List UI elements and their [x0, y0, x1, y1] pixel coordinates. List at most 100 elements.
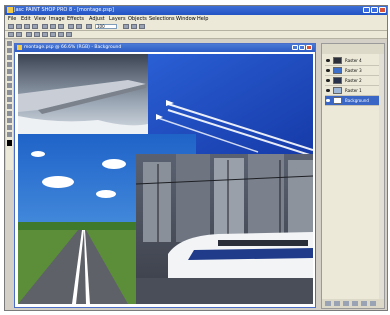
color-swatch-icon[interactable]: [7, 140, 12, 146]
doc-close-button[interactable]: [306, 45, 312, 50]
deform-tool-icon[interactable]: [7, 55, 12, 60]
menu-bar: File Edit View Image Effects Adjust Laye…: [5, 15, 387, 23]
pen-tool-icon[interactable]: [7, 132, 12, 137]
layer-name: Raster 4: [345, 58, 362, 63]
eraser-tool-icon[interactable]: [7, 104, 12, 109]
visibility-eye-icon[interactable]: [326, 89, 330, 92]
layer-name: Raster 3: [345, 68, 362, 73]
move-tool-icon[interactable]: [7, 69, 12, 74]
zoom-input[interactable]: 100: [95, 24, 117, 29]
clone-brush-icon[interactable]: [7, 97, 12, 102]
crop-tool-icon[interactable]: [7, 62, 12, 67]
new-group-icon[interactable]: [334, 301, 340, 306]
app-title: Jasc PAINT SHOP PRO 8 - [montage.psp]: [14, 7, 114, 13]
zoom-tool-icon[interactable]: [7, 48, 12, 53]
tools-toolbar: [6, 40, 13, 170]
document-title: montage.psp @ 66.6% (RGB) - Background: [24, 45, 122, 50]
option-d-icon[interactable]: [50, 32, 56, 37]
standard-toolbar: 100: [5, 23, 387, 31]
option-f-icon[interactable]: [66, 32, 72, 37]
browse-icon[interactable]: [123, 24, 129, 29]
menu-image[interactable]: Image: [49, 16, 65, 22]
menu-effects[interactable]: Effects: [67, 16, 84, 22]
preset-icon[interactable]: [8, 32, 14, 37]
print-icon[interactable]: [32, 24, 38, 29]
option-a-icon[interactable]: [26, 32, 32, 37]
paste-icon[interactable]: [58, 24, 64, 29]
fill-tool-icon[interactable]: [7, 111, 12, 116]
mask-icon[interactable]: [343, 301, 349, 306]
shape-tool-icon[interactable]: [7, 125, 12, 130]
visibility-eye-icon[interactable]: [326, 79, 330, 82]
layers-palette: Raster 4 Raster 3 Raster 2 Raster 1 Back…: [321, 43, 385, 309]
paint-brush-icon[interactable]: [7, 90, 12, 95]
adjustment-layer-icon[interactable]: [352, 301, 358, 306]
layer-name: Background: [345, 98, 369, 103]
save-icon[interactable]: [24, 24, 30, 29]
new-file-icon[interactable]: [8, 24, 14, 29]
copy-icon[interactable]: [50, 24, 56, 29]
visibility-eye-icon[interactable]: [326, 59, 330, 62]
doc-minimize-button[interactable]: [292, 45, 298, 50]
layers-scrollbar[interactable]: [379, 54, 384, 300]
option-e-icon[interactable]: [58, 32, 64, 37]
menu-layers[interactable]: Layers: [109, 16, 126, 22]
layer-row-raster-4[interactable]: Raster 4: [325, 56, 383, 66]
layers-palette-footer: [322, 299, 384, 308]
new-layer-icon[interactable]: [325, 301, 331, 306]
zoom-icon[interactable]: [86, 24, 92, 29]
document-window: montage.psp @ 66.6% (RGB) - Background: [14, 43, 316, 308]
document-title-bar[interactable]: montage.psp @ 66.6% (RGB) - Background: [15, 44, 315, 52]
image-canvas[interactable]: [18, 54, 313, 304]
layer-thumbnail: [333, 97, 342, 104]
menu-window[interactable]: Window: [176, 16, 196, 22]
layer-row-raster-2[interactable]: Raster 2: [325, 76, 383, 86]
menu-file[interactable]: File: [8, 16, 16, 22]
app-title-bar[interactable]: Jasc PAINT SHOP PRO 8 - [montage.psp]: [5, 6, 387, 15]
menu-edit[interactable]: Edit: [21, 16, 31, 22]
layer-thumbnail: [333, 67, 342, 74]
app-icon: [7, 7, 13, 13]
delete-layer-icon[interactable]: [370, 301, 376, 306]
maximize-button[interactable]: [371, 7, 378, 13]
layer-row-background[interactable]: Background: [325, 96, 383, 106]
menu-selections[interactable]: Selections: [149, 16, 175, 22]
mode-icon[interactable]: [16, 32, 22, 37]
layers-palette-header: [322, 44, 384, 54]
menu-adjust[interactable]: Adjust: [89, 16, 105, 22]
properties-icon[interactable]: [361, 301, 367, 306]
bullet-train-city-photo: [135, 154, 313, 304]
layer-thumbnail: [333, 77, 342, 84]
photo-montage: [18, 54, 313, 304]
airplane-wing-photo: [18, 54, 148, 134]
open-file-icon[interactable]: [16, 24, 22, 29]
layer-thumbnail: [333, 57, 342, 64]
text-tool-icon[interactable]: [7, 118, 12, 123]
visibility-eye-icon[interactable]: [326, 99, 330, 102]
layer-name: Raster 2: [345, 78, 362, 83]
layer-row-raster-1[interactable]: Raster 1: [325, 86, 383, 96]
doc-maximize-button[interactable]: [299, 45, 305, 50]
option-b-icon[interactable]: [34, 32, 40, 37]
layer-row-raster-3[interactable]: Raster 3: [325, 66, 383, 76]
option-c-icon[interactable]: [42, 32, 48, 37]
close-button[interactable]: [379, 7, 386, 13]
menu-objects[interactable]: Objects: [128, 16, 147, 22]
selection-tool-icon[interactable]: [7, 76, 12, 81]
document-icon: [17, 45, 22, 50]
menu-help[interactable]: Help: [197, 16, 208, 22]
palette-icon[interactable]: [131, 24, 137, 29]
layer-name: Raster 1: [345, 88, 362, 93]
dropper-tool-icon[interactable]: [7, 83, 12, 88]
layers-toggle-icon[interactable]: [139, 24, 145, 29]
redo-icon[interactable]: [76, 24, 82, 29]
cut-icon[interactable]: [42, 24, 48, 29]
visibility-eye-icon[interactable]: [326, 69, 330, 72]
layer-thumbnail: [333, 87, 342, 94]
minimize-button[interactable]: [363, 7, 370, 13]
menu-view[interactable]: View: [34, 16, 46, 22]
undo-icon[interactable]: [68, 24, 74, 29]
pan-tool-icon[interactable]: [7, 41, 12, 46]
tool-options-toolbar: [5, 31, 387, 39]
application-window: Jasc PAINT SHOP PRO 8 - [montage.psp] Fi…: [4, 5, 388, 311]
